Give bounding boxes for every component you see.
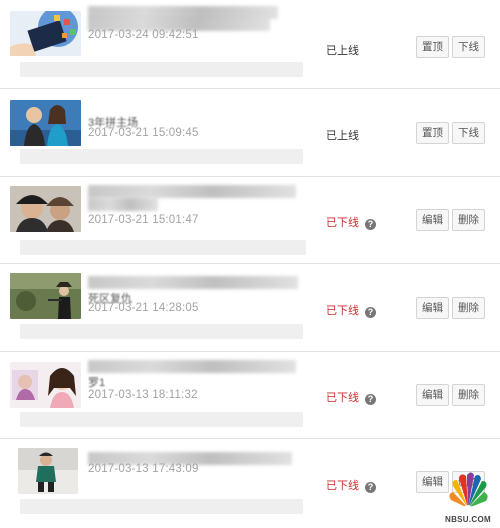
summary-placeholder bbox=[20, 412, 303, 427]
status-text: 已下线 bbox=[326, 217, 359, 229]
status-label: 已上线 bbox=[326, 45, 359, 57]
thumbnail-image bbox=[10, 186, 81, 232]
watermark-logo: NBSU.COM bbox=[443, 470, 493, 524]
status-text: 已下线 bbox=[326, 480, 359, 492]
status-label: 已上线 bbox=[326, 130, 359, 142]
summary-placeholder bbox=[20, 62, 303, 77]
list-item: 2017-03-24 09:42:51 已上线 置顶 下线 bbox=[0, 0, 500, 89]
edit-button[interactable]: 编辑 bbox=[416, 209, 449, 231]
take-offline-button[interactable]: 下线 bbox=[452, 122, 485, 144]
status-label: 已下线? bbox=[326, 389, 376, 405]
delete-button[interactable]: 删除 bbox=[452, 209, 485, 231]
list-item: 2017-03-13 17:43:09 已下线? 编辑 删除 bbox=[0, 439, 500, 528]
status-label: 已下线? bbox=[326, 214, 376, 230]
status-text: 已下线 bbox=[326, 305, 359, 317]
list-item: 3年拼主场 2017-03-21 15:09:45 已上线 置顶 下线 bbox=[0, 89, 500, 177]
help-icon[interactable]: ? bbox=[365, 307, 376, 318]
list-item: 罗1 2017-03-13 18:11:32 已下线? 编辑 删除 bbox=[0, 352, 500, 439]
article-title-redacted bbox=[88, 185, 296, 198]
watermark-text: NBSU.COM bbox=[445, 515, 491, 524]
publish-date: 2017-03-21 15:01:47 bbox=[88, 214, 199, 226]
help-icon[interactable]: ? bbox=[365, 394, 376, 405]
help-icon[interactable]: ? bbox=[365, 482, 376, 493]
publish-date: 2017-03-24 09:42:51 bbox=[88, 29, 199, 41]
summary-placeholder bbox=[20, 499, 303, 514]
thumbnail-image bbox=[18, 448, 78, 494]
pin-button[interactable]: 置顶 bbox=[416, 122, 449, 144]
status-text: 已下线 bbox=[326, 392, 359, 404]
status-label: 已下线? bbox=[326, 477, 376, 493]
article-title: 罗1 bbox=[88, 377, 106, 389]
help-icon[interactable]: ? bbox=[365, 219, 376, 230]
publish-date: 2017-03-21 15:09:45 bbox=[88, 127, 199, 139]
take-offline-button[interactable]: 下线 bbox=[452, 36, 485, 58]
status-label: 已下线? bbox=[326, 302, 376, 318]
delete-button[interactable]: 删除 bbox=[452, 297, 485, 319]
thumbnail-image bbox=[10, 273, 81, 319]
list-item: 2017-03-21 15:01:47 已下线? 编辑 删除 bbox=[0, 177, 500, 264]
edit-button[interactable]: 编辑 bbox=[416, 384, 449, 406]
article-list: 2017-03-24 09:42:51 已上线 置顶 下线 3年拼主场 2017… bbox=[0, 0, 500, 528]
publish-date: 2017-03-21 14:28:05 bbox=[88, 302, 199, 314]
nbc-peacock-logo-icon bbox=[449, 472, 488, 511]
summary-placeholder bbox=[20, 240, 306, 255]
edit-button[interactable]: 编辑 bbox=[416, 297, 449, 319]
thumbnail-image bbox=[10, 11, 81, 56]
publish-date: 2017-03-13 17:43:09 bbox=[88, 463, 199, 475]
list-item: 死区复仇 2017-03-21 14:28:05 已下线? 编辑 删除 bbox=[0, 264, 500, 352]
summary-placeholder bbox=[20, 324, 303, 339]
thumbnail-image bbox=[10, 362, 81, 408]
publish-date: 2017-03-13 18:11:32 bbox=[88, 389, 198, 401]
pin-button[interactable]: 置顶 bbox=[416, 36, 449, 58]
thumbnail-image bbox=[10, 100, 81, 146]
delete-button[interactable]: 删除 bbox=[452, 384, 485, 406]
article-title-redacted bbox=[88, 198, 158, 211]
summary-placeholder bbox=[20, 149, 303, 164]
article-title-redacted bbox=[88, 360, 296, 373]
article-title-redacted bbox=[88, 276, 298, 289]
